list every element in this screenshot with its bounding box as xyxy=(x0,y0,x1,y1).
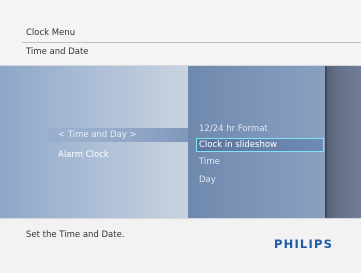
submenu-item-12-24-hr-format[interactable]: 12/24 hr Format xyxy=(199,124,268,134)
philips-logo: PHILIPS xyxy=(274,237,334,251)
breadcrumb: Time and Date xyxy=(26,47,89,57)
footer: Set the Time and Date. PHILIPS xyxy=(0,218,361,273)
help-text: Set the Time and Date. xyxy=(26,230,125,240)
submenu-item-time[interactable]: Time xyxy=(199,157,220,167)
header: Clock Menu Time and Date xyxy=(0,0,361,66)
left-menu-panel xyxy=(0,66,188,218)
submenu-item-day[interactable]: Day xyxy=(199,175,216,185)
footer-divider xyxy=(0,218,361,219)
submenu-item-clock-in-slideshow[interactable]: Clock in slideshow xyxy=(199,140,277,150)
page-title: Clock Menu xyxy=(26,28,76,38)
header-divider xyxy=(22,42,361,43)
clock-menu-screen: Clock Menu Time and Date < Time and Day … xyxy=(0,0,361,273)
menu-item-alarm-clock[interactable]: Alarm Clock xyxy=(58,150,109,160)
menu-item-time-and-day[interactable]: < Time and Day > xyxy=(58,130,137,140)
right-side-panel xyxy=(325,66,361,218)
menu-area: < Time and Day > Alarm Clock 12/24 hr Fo… xyxy=(0,66,361,218)
right-side-panel-edge xyxy=(325,66,327,218)
